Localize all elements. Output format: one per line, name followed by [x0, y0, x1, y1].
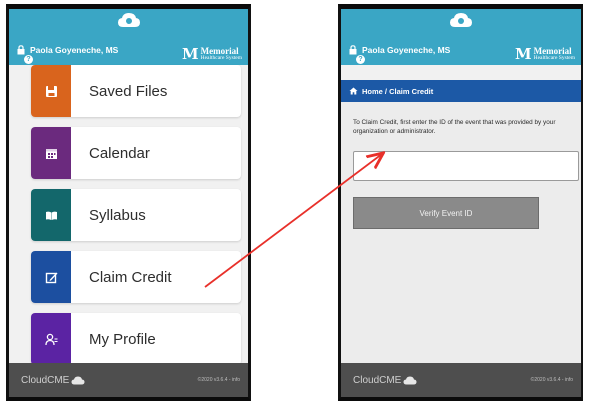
- menu-item-calendar[interactable]: Calendar: [31, 127, 241, 179]
- footer-version: ©2020 v3.6.4 - info: [197, 377, 240, 383]
- menu-item-label: Calendar: [89, 144, 150, 162]
- edit-icon: [31, 251, 71, 303]
- menu-item-syllabus[interactable]: Syllabus: [31, 189, 241, 241]
- cloud-icon: [117, 13, 140, 27]
- profile-icon: [31, 313, 71, 365]
- menu-item-label: My Profile: [89, 330, 156, 348]
- brand-subtitle: Healthcare System: [200, 55, 242, 62]
- menu-item-label: Claim Credit: [89, 268, 172, 286]
- user-info: Paola Goyeneche, MS: [17, 45, 118, 55]
- memorial-logo: M Memorial Healthcare System: [182, 47, 242, 62]
- lock-icon: [17, 45, 25, 55]
- calendar-icon: [31, 127, 71, 179]
- user-info: Paola Goyeneche, MS: [349, 45, 450, 55]
- app-header: Paola Goyeneche, MS ? M Memorial Healthc…: [9, 9, 248, 65]
- cloudcme-logo: CloudCME: [21, 375, 85, 386]
- menu-item-label: Saved Files: [89, 82, 168, 100]
- footer-version: ©2020 v3.6.4 - info: [530, 377, 573, 383]
- event-id-input[interactable]: [353, 151, 579, 181]
- left-phone-screen: Paola Goyeneche, MS ? M Memorial Healthc…: [6, 4, 251, 401]
- breadcrumb[interactable]: Home / Claim Credit: [341, 80, 581, 102]
- footer-logo-text: CloudCME: [353, 375, 402, 386]
- cloudcme-logo: CloudCME: [353, 375, 417, 386]
- home-icon: [349, 87, 358, 95]
- save-icon: [31, 65, 71, 117]
- cloud-icon: [450, 13, 472, 27]
- breadcrumb-text: Home / Claim Credit: [362, 86, 434, 96]
- menu-item-claim-credit[interactable]: Claim Credit: [31, 251, 241, 303]
- memorial-logo: M Memorial Healthcare System: [515, 47, 575, 62]
- menu-item-my-profile[interactable]: My Profile: [31, 313, 241, 365]
- app-header: Paola Goyeneche, MS ? M Memorial Healthc…: [341, 9, 581, 65]
- menu-item-saved-files[interactable]: Saved Files: [31, 65, 241, 117]
- lock-icon: [349, 45, 357, 55]
- app-footer: CloudCME ©2020 v3.6.4 - info: [341, 363, 581, 397]
- brand-mark: M: [182, 45, 199, 63]
- brand-mark: M: [515, 45, 532, 63]
- app-footer: CloudCME ©2020 v3.6.4 - info: [9, 363, 248, 397]
- verify-event-id-button[interactable]: Verify Event ID: [353, 197, 539, 229]
- menu-item-label: Syllabus: [89, 206, 146, 224]
- help-icon[interactable]: ?: [24, 55, 33, 64]
- user-name: Paola Goyeneche, MS: [362, 45, 451, 55]
- instructions-text: To Claim Credit, first enter the ID of t…: [353, 119, 556, 135]
- user-name: Paola Goyeneche, MS: [30, 45, 119, 55]
- cloud-icon: [71, 376, 85, 385]
- help-icon[interactable]: ?: [356, 55, 365, 64]
- cloud-icon: [403, 376, 417, 385]
- brand-subtitle: Healthcare System: [533, 55, 575, 62]
- footer-logo-text: CloudCME: [21, 375, 70, 386]
- right-phone-screen: Paola Goyeneche, MS ? M Memorial Healthc…: [338, 4, 583, 401]
- book-icon: [31, 189, 71, 241]
- claim-credit-panel: [341, 102, 581, 363]
